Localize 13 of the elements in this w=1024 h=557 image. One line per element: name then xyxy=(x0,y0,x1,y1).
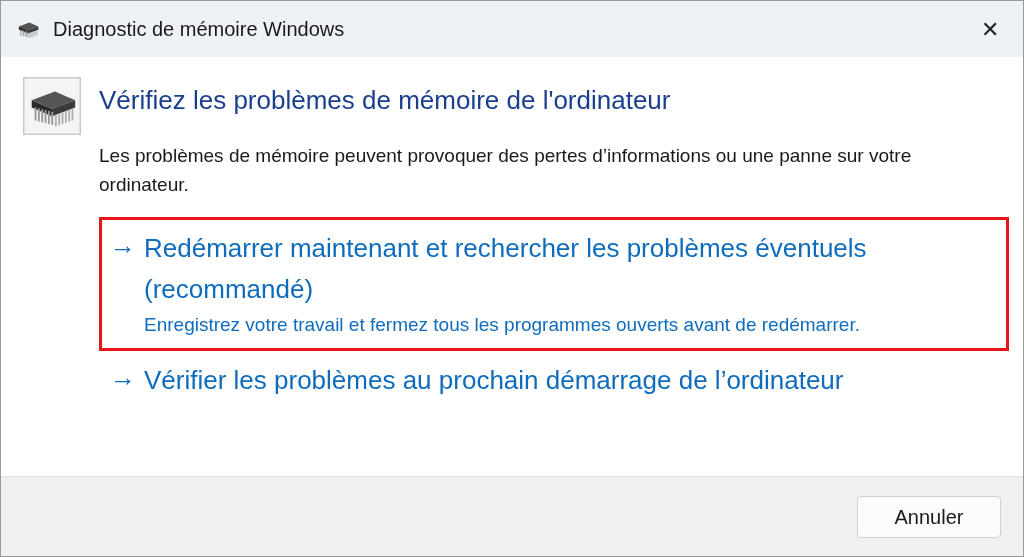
close-button[interactable]: ✕ xyxy=(973,12,1007,46)
option-title: Vérifier les problèmes au prochain démarrage de l’ordinateur xyxy=(144,364,844,397)
arrow-icon: → xyxy=(110,360,136,401)
option-detail: Enregistrez votre travail et fermez tous les programmes ouverts avant de redémarrer. xyxy=(144,313,861,337)
memory-chip-icon xyxy=(23,77,81,135)
dialog-heading: Vérifiez les problèmes de mémoire de l'ordinateur xyxy=(99,84,671,117)
restart-option[interactable]: → Vérifier les problèmes au prochain démarrage de l’ordinateur xyxy=(99,353,1009,408)
description-text: Les problèmes de mémoire peuvent provoquer des pertes d’informations ou une panne sur votre ordinateur. xyxy=(99,144,913,197)
restart-option[interactable]: → Redémarrer maintenant et rechercher les problèmes éventuels (recommandé) Enregistrez votre travail et fermez tous les programmes ouverts avant de redémarrer. xyxy=(99,217,1009,351)
cancel-button[interactable]: Annuler xyxy=(857,495,1001,538)
arrow-icon: → xyxy=(110,228,136,340)
window-title: Diagnostic de mémoire Windows xyxy=(53,17,345,42)
option-title: Redémarrer maintenant et rechercher les problèmes éventuels (recommandé) xyxy=(144,232,868,306)
